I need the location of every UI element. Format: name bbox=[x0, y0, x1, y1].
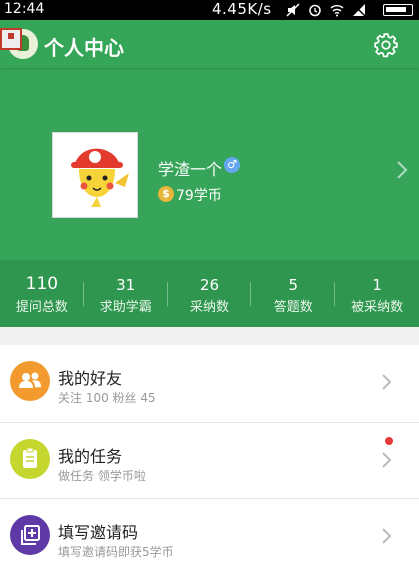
stat-label: 提问总数 bbox=[15, 300, 68, 315]
menu-item-title: 填写邀请码 bbox=[58, 523, 139, 542]
stats-bar: 110 提问总数 31 求助学霸 26 采纳数 5 答题数 1 被采纳数 bbox=[0, 260, 419, 327]
chevron-right-icon bbox=[382, 374, 392, 390]
menu-item-title: 我的好友 bbox=[58, 369, 123, 388]
stat-value: 5 bbox=[288, 276, 299, 294]
battery-icon bbox=[383, 4, 413, 16]
stat-help-requests[interactable]: 31 求助学霸 bbox=[84, 260, 168, 327]
chevron-right-icon bbox=[382, 528, 392, 544]
invite-code-icon bbox=[10, 515, 50, 555]
notification-badge bbox=[385, 437, 393, 445]
male-gender-icon: ♂ bbox=[224, 157, 240, 173]
user-avatar[interactable] bbox=[52, 132, 138, 218]
menu-item-subtitle: 做任务 领学币啦 bbox=[58, 469, 146, 483]
menu-item-invite-code[interactable]: 填写邀请码 填写邀请码即获5学币 bbox=[0, 499, 419, 573]
stat-value: 110 bbox=[25, 274, 59, 294]
profile-card[interactable]: 学渣一个 ♂ $ 79学币 bbox=[0, 110, 419, 250]
status-bar: 12:44 4.45K/s bbox=[0, 0, 419, 20]
stat-label: 求助学霸 bbox=[99, 300, 152, 315]
stat-label: 答题数 bbox=[273, 300, 313, 315]
coin-balance: 79学币 bbox=[176, 188, 222, 204]
stat-been-adopted[interactable]: 1 被采纳数 bbox=[335, 260, 419, 327]
stat-value: 26 bbox=[199, 276, 220, 294]
status-time: 12:44 bbox=[4, 1, 45, 17]
signal-icon bbox=[352, 3, 366, 17]
menu-item-subtitle: 关注 100 粉丝 45 bbox=[58, 391, 156, 405]
menu-item-subtitle: 填写邀请码即获5学币 bbox=[58, 545, 174, 559]
mute-icon bbox=[286, 3, 300, 17]
stat-label: 被采纳数 bbox=[351, 300, 404, 315]
stat-value: 1 bbox=[372, 276, 382, 294]
pikachu-avatar-image bbox=[53, 133, 137, 217]
floating-window-icon[interactable] bbox=[0, 28, 22, 50]
wifi-icon bbox=[330, 5, 344, 17]
stat-answers[interactable]: 5 答题数 bbox=[251, 260, 336, 327]
coin-icon: $ bbox=[158, 186, 174, 202]
stat-value: 31 bbox=[116, 276, 136, 294]
menu-item-tasks[interactable]: 我的任务 做任务 领学币啦 bbox=[0, 423, 419, 499]
username: 学渣一个 bbox=[158, 160, 223, 179]
menu-list: 我的好友 关注 100 粉丝 45 我的任务 做任务 领学币啦 填写邀请码 填写… bbox=[0, 345, 419, 573]
menu-item-title: 我的任务 bbox=[58, 447, 123, 466]
settings-gear-icon[interactable] bbox=[373, 32, 399, 58]
alarm-icon bbox=[309, 4, 321, 17]
chevron-right-icon bbox=[382, 452, 392, 468]
task-icon bbox=[10, 439, 50, 479]
page-title: 个人中心 bbox=[44, 36, 124, 60]
title-bar: 个人中心 bbox=[0, 20, 419, 68]
chevron-right-icon[interactable] bbox=[395, 160, 409, 180]
friends-icon bbox=[10, 361, 50, 401]
menu-item-friends[interactable]: 我的好友 关注 100 粉丝 45 bbox=[0, 345, 419, 423]
stat-questions-total[interactable]: 110 提问总数 bbox=[0, 260, 84, 327]
stat-adopted[interactable]: 26 采纳数 bbox=[168, 260, 252, 327]
stat-label: 采纳数 bbox=[189, 300, 229, 315]
network-speed: 4.45K/s bbox=[212, 0, 272, 18]
